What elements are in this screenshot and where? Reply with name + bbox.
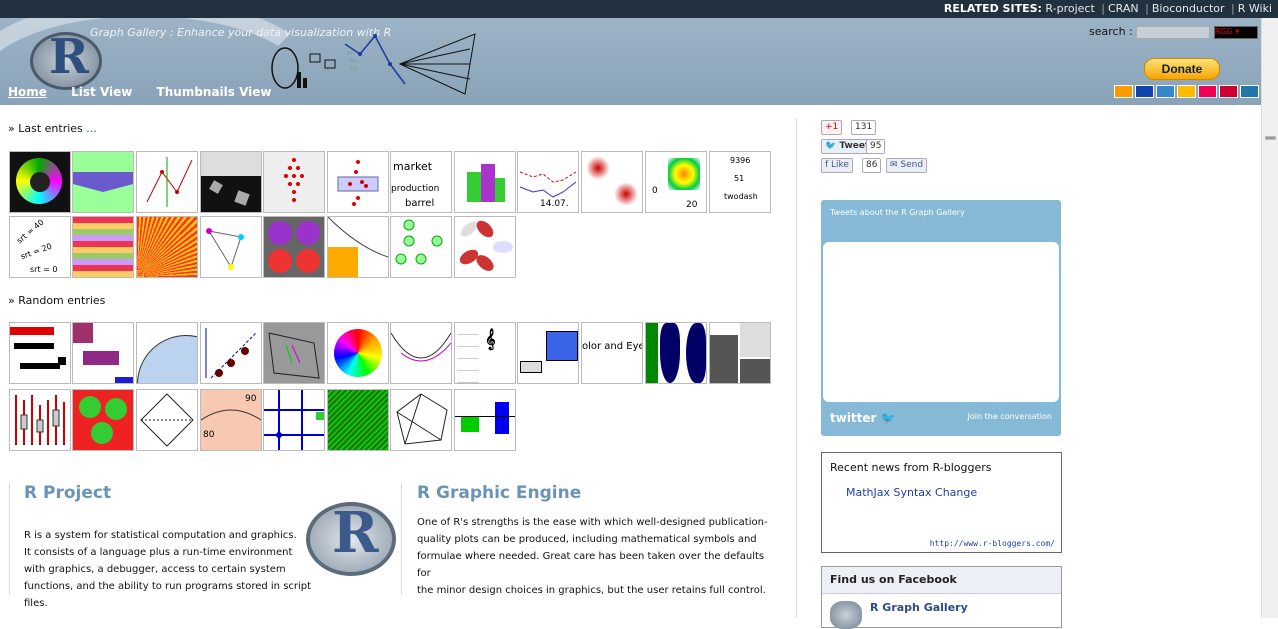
svg-text:::..: ::..	[349, 57, 357, 64]
graph-thumbnail[interactable]: 14.07.	[517, 151, 579, 213]
last-entries-more-link[interactable]: ...	[86, 122, 97, 135]
graph-thumbnail[interactable]: 90 80	[200, 389, 262, 451]
search-select[interactable]: RGG ▾	[1213, 25, 1258, 39]
graph-thumbnail[interactable]: 0 20	[645, 151, 707, 213]
r-graphic-engine-title: R Graphic Engine	[417, 483, 582, 503]
graph-thumbnail[interactable]	[454, 389, 516, 451]
r-graphic-engine-text: One of R's strengths is the ease with wh…	[417, 517, 768, 596]
graph-thumbnail[interactable]	[454, 151, 516, 213]
graph-thumbnail[interactable]	[263, 216, 325, 278]
search-label: search :	[1089, 25, 1133, 38]
graph-thumbnail[interactable]	[200, 216, 262, 278]
link-cran[interactable]: CRAN	[1108, 2, 1139, 15]
graph-thumbnail[interactable]	[200, 151, 262, 213]
graph-thumbnail[interactable]	[517, 322, 579, 384]
graph-thumbnail[interactable]	[136, 389, 198, 451]
r-project-border	[9, 483, 10, 595]
graph-thumbnail[interactable]: 𝄞	[454, 322, 516, 384]
header-graphics-collage: :.:.::...:.:	[271, 33, 476, 95]
graph-thumbnail[interactable]	[390, 389, 452, 451]
r-project-title: R Project	[24, 483, 112, 503]
graph-thumbnail[interactable]	[263, 151, 325, 213]
svg-text:.:.:: .:.:	[349, 65, 357, 72]
search-area: search : RGG ▾	[1089, 25, 1258, 39]
like-count: 86	[862, 158, 882, 173]
r-logo-image: R	[306, 500, 396, 576]
random-entries-heading: » Random entries	[8, 294, 106, 307]
graph-thumbnail[interactable]	[454, 216, 516, 278]
main-nav: Home List View Thumbnails View	[8, 85, 292, 99]
nav-home[interactable]: Home	[8, 85, 47, 99]
search-input[interactable]	[1136, 25, 1211, 39]
graph-thumbnail[interactable]	[9, 322, 71, 384]
rbloggers-widget: Recent news from R-bloggers MathJax Synt…	[821, 452, 1062, 553]
graph-thumbnail[interactable]	[327, 389, 389, 451]
graph-thumbnail[interactable]: market production barrel	[390, 151, 452, 213]
twitter-logo[interactable]: twitter 🐦	[830, 411, 896, 425]
nav-list-view[interactable]: List View	[71, 85, 132, 99]
graph-thumbnail[interactable]: 9396 51 twodash	[709, 151, 771, 213]
graph-thumbnail[interactable]	[136, 322, 198, 384]
link-r-wiki[interactable]: R Wiki	[1238, 2, 1272, 15]
graph-thumbnail[interactable]	[136, 151, 198, 213]
facebook-widget: Find us on Facebook R Graph Gallery	[821, 566, 1062, 629]
twitter-widget: Tweets about the R Graph Gallery twitter…	[821, 200, 1061, 436]
graph-thumbnail[interactable]: olor and Eye	[581, 322, 643, 384]
graph-thumbnail[interactable]	[390, 322, 452, 384]
graph-thumbnail[interactable]	[390, 216, 452, 278]
graph-thumbnail[interactable]	[136, 216, 198, 278]
r-graphic-border	[401, 483, 402, 595]
google-plus-count: 131	[851, 120, 877, 135]
google-plus-button[interactable]: +1	[821, 120, 843, 135]
graph-thumbnail[interactable]	[263, 322, 325, 384]
graph-thumbnail[interactable]	[9, 389, 71, 451]
nav-thumbnails-view[interactable]: Thumbnails View	[157, 85, 272, 99]
rbloggers-article-link[interactable]: MathJax Syntax Change	[846, 486, 977, 499]
r-graph-gallery-avatar[interactable]	[830, 601, 862, 629]
twitter-widget-title: Tweets about the R Graph Gallery	[830, 208, 965, 217]
link-r-project[interactable]: R-project	[1045, 2, 1094, 15]
related-sites-label: RELATED SITES:	[943, 2, 1042, 15]
svg-text::.:.: :.:.	[347, 49, 355, 56]
graph-thumbnail[interactable]	[581, 151, 643, 213]
r-project-text: R is a system for statistical computatio…	[24, 530, 312, 609]
link-bioconductor[interactable]: Bioconductor	[1152, 2, 1225, 15]
graph-thumbnail[interactable]	[9, 151, 71, 213]
graph-thumbnail[interactable]	[645, 322, 707, 384]
last-entries-heading: » Last entries ...	[8, 122, 97, 135]
donate-button[interactable]: Donate	[1144, 58, 1220, 80]
graph-thumbnail[interactable]	[709, 322, 771, 384]
rbloggers-title: Recent news from R-bloggers	[830, 461, 992, 474]
send-button[interactable]: ✉ Send	[886, 158, 928, 173]
graph-thumbnail[interactable]	[200, 322, 262, 384]
join-conversation-link[interactable]: Join the conversation	[968, 412, 1052, 421]
graph-thumbnail[interactable]	[72, 389, 134, 451]
facebook-widget-title: Find us on Facebook	[822, 567, 1061, 594]
graph-thumbnail[interactable]	[327, 216, 389, 278]
tweet-count: 95	[866, 139, 886, 154]
graph-thumbnail[interactable]: srt = 40 srt = 20 srt = 0	[9, 216, 71, 278]
graph-thumbnail[interactable]	[327, 322, 389, 384]
graph-thumbnail[interactable]	[327, 151, 389, 213]
page-scrollbar[interactable]	[1261, 18, 1278, 618]
related-sites-bar: RELATED SITES: R-project | CRAN | Biocondu…	[0, 0, 1278, 18]
r-logo[interactable]: R	[30, 29, 102, 90]
site-header: R Graph Gallery : Enhance your data visu…	[0, 18, 1262, 105]
column-divider	[796, 118, 797, 618]
rbloggers-url-link[interactable]: http://www.r-bloggers.com/	[930, 539, 1055, 548]
graph-thumbnail[interactable]	[72, 322, 134, 384]
graph-thumbnail[interactable]	[263, 389, 325, 451]
like-button[interactable]: f Like	[821, 158, 853, 173]
graph-thumbnail[interactable]	[72, 216, 134, 278]
payment-card-icons	[1114, 83, 1261, 102]
facebook-page-link[interactable]: R Graph Gallery	[870, 601, 968, 614]
graph-thumbnail[interactable]	[72, 151, 134, 213]
twitter-widget-body[interactable]	[823, 242, 1059, 402]
